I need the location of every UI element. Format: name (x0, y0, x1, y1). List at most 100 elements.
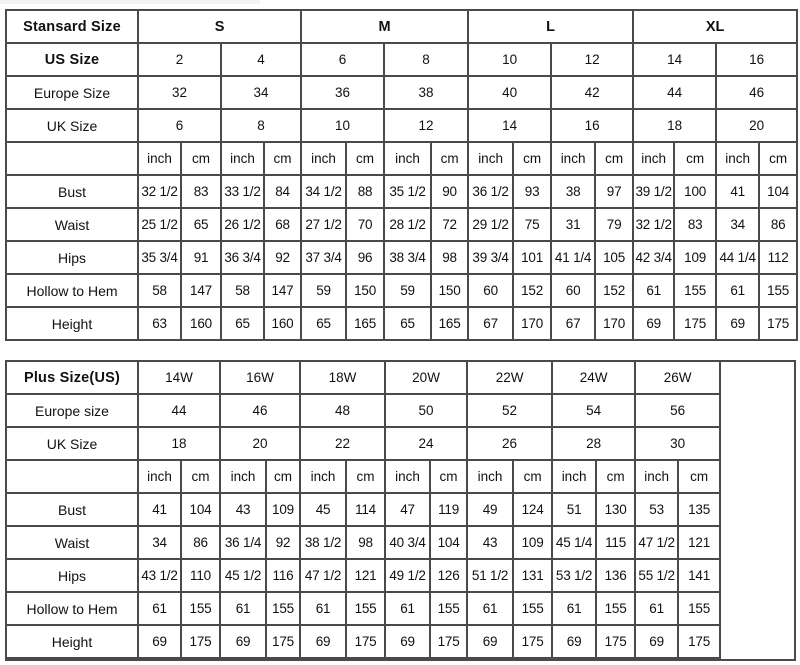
measurement-value: 98 (430, 240, 470, 275)
plus-measurement-value: 155 (265, 591, 302, 626)
measurement-value: 91 (180, 240, 222, 275)
measurement-value: 84 (262, 174, 303, 209)
unit-cm-label: cm (345, 141, 386, 176)
measurement-value: 58 (137, 273, 182, 308)
plus-measurement-value: 61 (299, 591, 348, 626)
measurement-value: 147 (180, 273, 222, 308)
measurement-label: Waist (5, 207, 139, 242)
plus-measurement-value: 155 (429, 591, 469, 626)
plus-measurement-row: Hollow to Hem 61 155 61 155 61 155 61 155 61 155 61… (5, 591, 722, 626)
plus-measurement-value: 104 (179, 492, 222, 527)
us-size-row: US Size 2 4 6 8 10 12 14 16 (5, 42, 799, 77)
uk-size-label: UK Size (5, 108, 139, 143)
plus-europe-size-value: 46 (219, 393, 302, 428)
measurement-value: 61 (632, 273, 676, 308)
measurement-value: 105 (594, 240, 635, 275)
unit-cm-label: cm (265, 459, 302, 494)
unit-inch-label: inch (383, 141, 433, 176)
unit-cm-label: cm (758, 141, 799, 176)
plus-uk-size-value: 18 (136, 426, 222, 461)
plus-measurement-value: 61 (634, 591, 680, 626)
plus-us-size-value: 26W (634, 360, 722, 395)
measurement-value: 33 1/2 (220, 174, 265, 209)
plus-us-size-value: 24W (551, 360, 637, 395)
uk-size-value: 6 (137, 108, 222, 143)
plus-uk-size-value: 30 (634, 426, 722, 461)
measurement-value: 69 (632, 306, 676, 341)
measurement-value: 39 3/4 (467, 240, 515, 275)
standard-size-table: Stansard Size S M L XL US Size 2 4 6 8 10 12 14 16 Eur… (5, 9, 799, 341)
plus-europe-size-value: 52 (466, 393, 554, 428)
unit-row-blank (5, 141, 139, 176)
measurement-row: Bust 32 1/2 83 33 1/2 84 34 1/2 88 35 1/2 90 36 1… (5, 174, 799, 209)
plus-measurement-value: 41 (137, 492, 182, 527)
europe-size-label: Europe Size (5, 75, 139, 110)
plus-measurement-value: 69 (299, 624, 348, 659)
plus-measurement-label: Hollow to Hem (5, 591, 139, 626)
plus-us-size-value: 14W (136, 360, 222, 395)
uk-size-value: 12 (383, 108, 470, 143)
unit-inch-label: inch (219, 459, 268, 494)
plus-measurement-value: 47 1/2 (634, 525, 680, 560)
plus-measurement-value: 47 (384, 492, 432, 527)
plus-uk-size-value: 28 (551, 426, 637, 461)
us-size-label: US Size (5, 42, 139, 77)
plus-measurement-value: 175 (512, 624, 554, 659)
measurement-value: 58 (220, 273, 265, 308)
unit-inch-label: inch (299, 459, 348, 494)
plus-europe-size-value: 56 (634, 393, 722, 428)
plus-measurement-value: 61 (551, 591, 598, 626)
plus-uk-size-value: 22 (299, 426, 387, 461)
unit-row: inch cm inch cm inch cm inch cm inch cm inch cm inch… (5, 141, 799, 176)
plus-us-size-value: 22W (466, 360, 554, 395)
plus-measurement-value: 55 1/2 (634, 558, 680, 593)
measurement-value: 155 (673, 273, 718, 308)
europe-size-value: 42 (550, 75, 635, 110)
plus-measurement-value: 69 (137, 624, 182, 659)
measurement-value: 27 1/2 (300, 207, 348, 242)
plus-measurement-value: 109 (512, 525, 554, 560)
measurement-value: 86 (758, 207, 799, 242)
measurement-value: 29 1/2 (467, 207, 515, 242)
standard-size-label: Stansard Size (5, 9, 139, 44)
plus-measurement-value: 49 (466, 492, 515, 527)
measurement-value: 35 3/4 (137, 240, 182, 275)
uk-size-value: 14 (467, 108, 553, 143)
measurement-value: 39 1/2 (632, 174, 676, 209)
plus-measurement-value: 175 (179, 624, 222, 659)
plus-us-size-value: 16W (219, 360, 302, 395)
plus-measurement-value: 135 (677, 492, 722, 527)
plus-measurement-label: Bust (5, 492, 139, 527)
measurement-value: 60 (550, 273, 597, 308)
plus-measurement-value: 175 (677, 624, 722, 659)
plus-measurement-value: 110 (179, 558, 222, 593)
measurement-value: 104 (758, 174, 799, 209)
unit-inch-label: inch (550, 141, 597, 176)
measurement-value: 79 (594, 207, 635, 242)
measurement-value: 90 (430, 174, 470, 209)
plus-europe-size-value: 50 (384, 393, 469, 428)
measurement-value: 92 (262, 240, 303, 275)
measurement-value: 70 (345, 207, 386, 242)
plus-measurement-value: 109 (265, 492, 302, 527)
unit-row-blank (5, 459, 139, 494)
measurement-row: Hips 35 3/4 91 36 3/4 92 37 3/4 96 38 3/4 98 39 3… (5, 240, 799, 275)
measurement-value: 35 1/2 (383, 174, 433, 209)
unit-cm-label: cm (180, 141, 222, 176)
measurement-value: 165 (345, 306, 386, 341)
plus-measurement-label: Height (5, 624, 139, 659)
plus-measurement-value: 69 (219, 624, 268, 659)
plus-us-size-value: 20W (384, 360, 469, 395)
plus-uk-size-value: 24 (384, 426, 469, 461)
plus-uk-size-value: 20 (219, 426, 302, 461)
measurement-value: 147 (262, 273, 303, 308)
plus-measurement-value: 155 (595, 591, 637, 626)
unit-inch-label: inch (632, 141, 676, 176)
unit-cm-label: cm (179, 459, 222, 494)
plus-size-table: Plus Size(US) 14W 16W 18W 20W 22W 24W 26W Europe… (5, 360, 722, 659)
uk-size-value: 10 (300, 108, 386, 143)
uk-size-row: UK Size 6 8 10 12 14 16 18 20 (5, 108, 799, 143)
plus-measurement-value: 38 1/2 (299, 525, 348, 560)
measurement-value: 150 (430, 273, 470, 308)
plus-measurement-label: Waist (5, 525, 139, 560)
